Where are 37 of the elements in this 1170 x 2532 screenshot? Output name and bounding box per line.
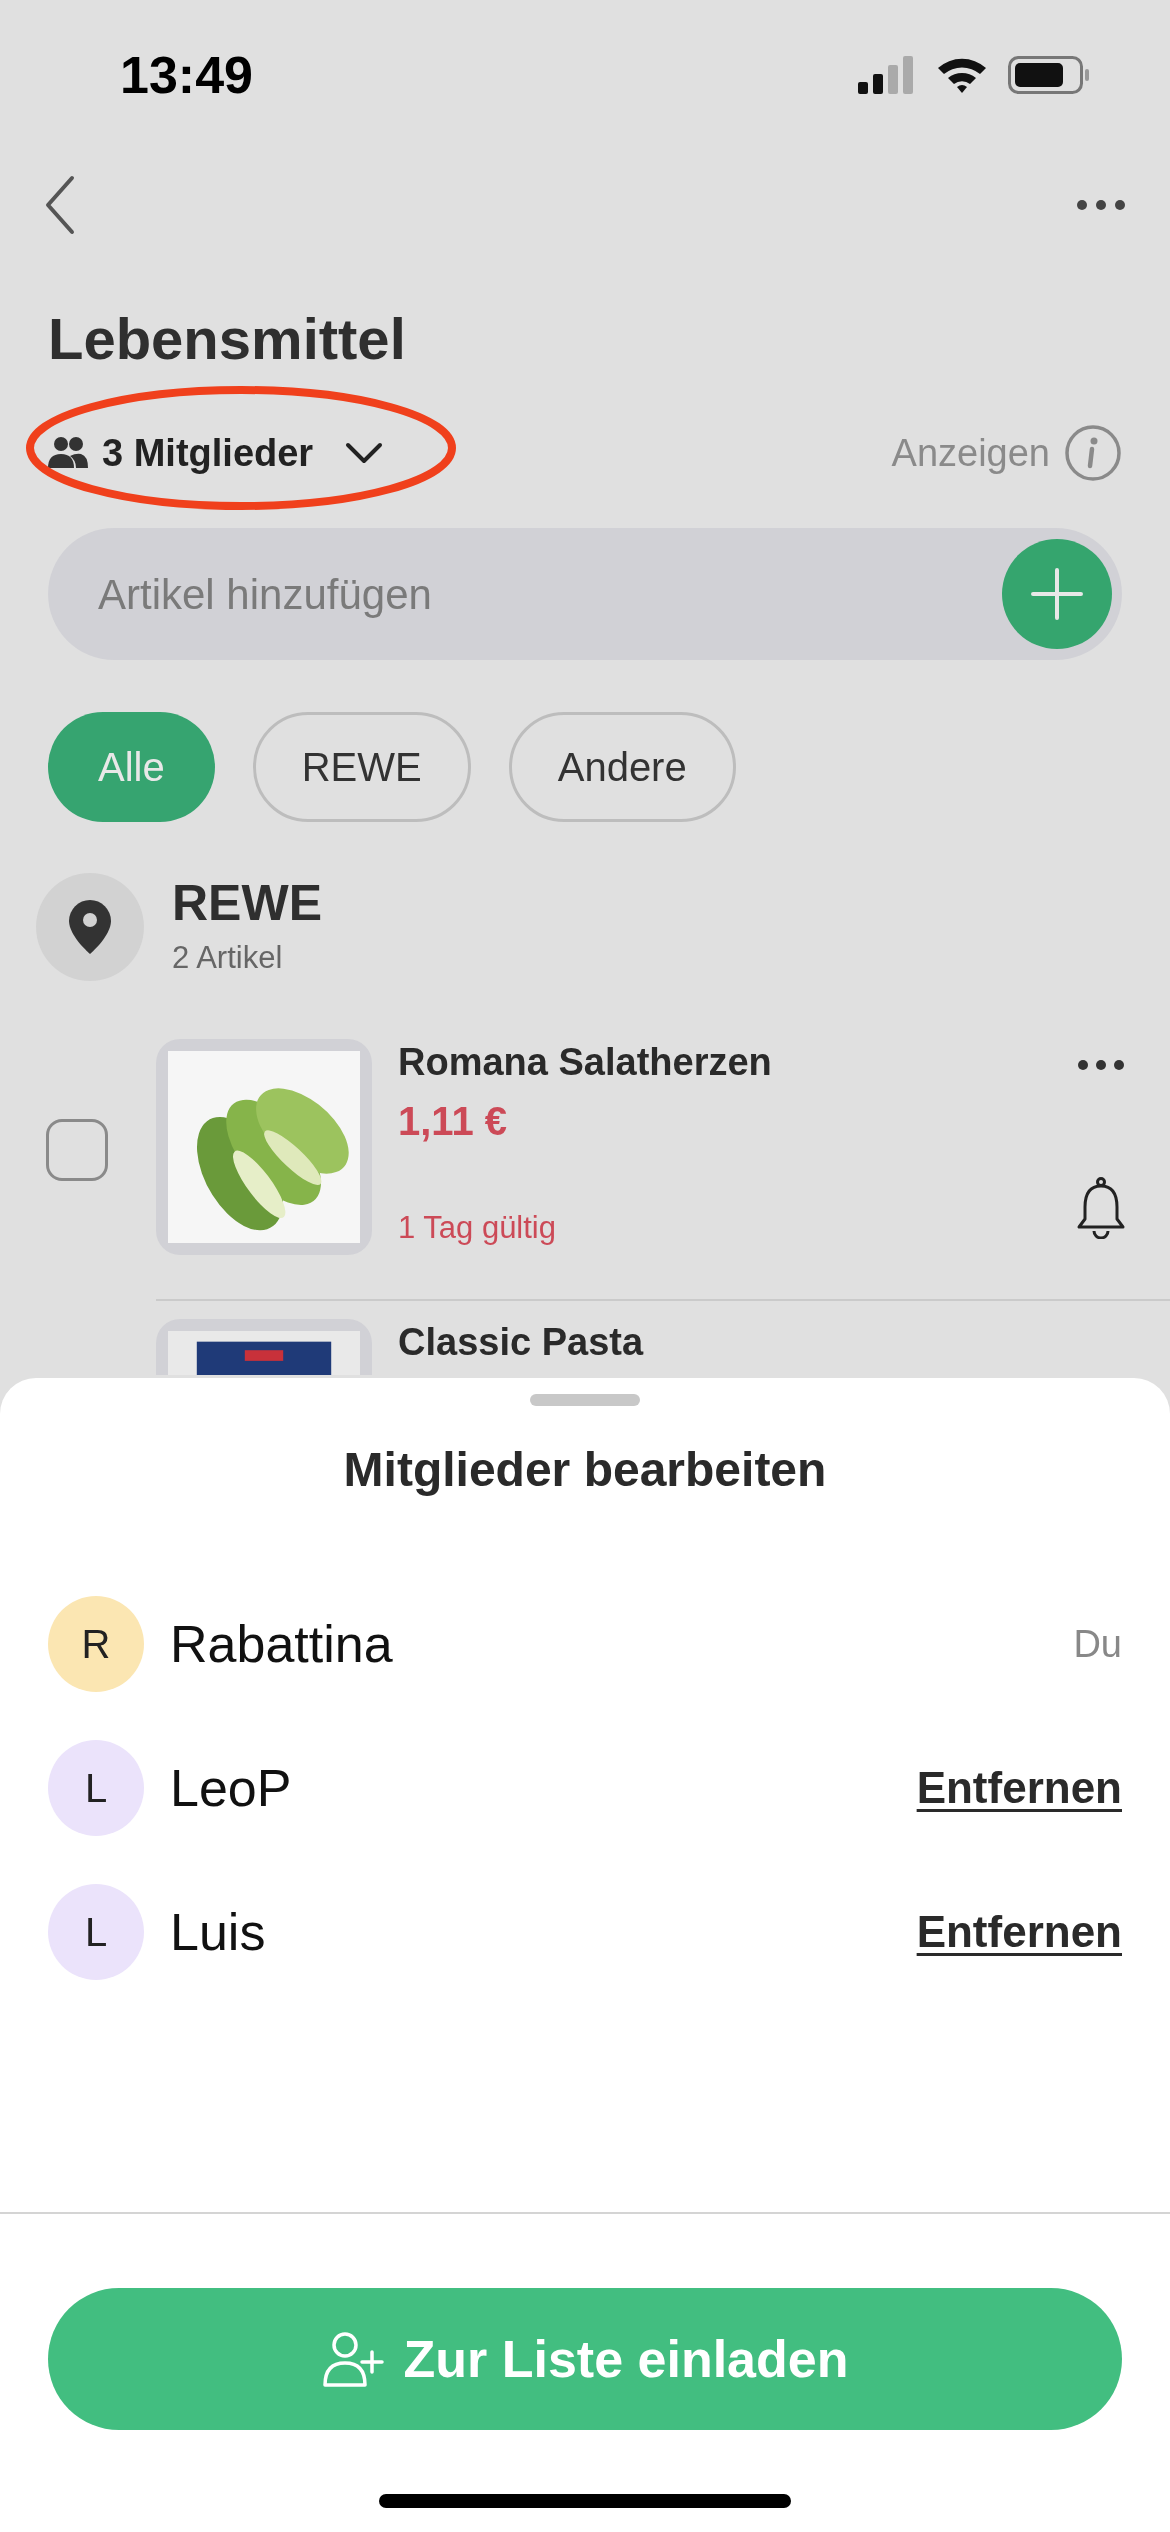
add-item-input[interactable]: Artikel hinzufügen [98, 562, 898, 626]
section-title: REWE [172, 874, 322, 933]
member-name: Rabattina [170, 1614, 394, 1675]
item-name: Romana Salatherzen [398, 1040, 773, 1085]
member-name: Luis [170, 1902, 267, 1963]
list-title: Lebensmittel [48, 310, 407, 368]
back-icon[interactable] [44, 175, 76, 235]
validity-text: 1 Tag gültig [398, 1208, 557, 1247]
people-icon [48, 436, 88, 470]
remove-link[interactable]: Entfernen [916, 1755, 1122, 1821]
remove-link[interactable]: Entfernen [916, 1899, 1122, 1965]
item-count: 2 Artikel [172, 938, 284, 977]
info-icon [1064, 424, 1122, 482]
filter-chip[interactable]: Andere [508, 712, 736, 822]
wifi-icon [936, 56, 988, 94]
member-avatar: L [48, 1740, 144, 1836]
member-avatar: L [48, 1884, 144, 1980]
sheet-title: Mitglieder bearbeiten [342, 1442, 828, 1498]
add-item-field[interactable]: Artikel hinzufügen [48, 528, 1122, 660]
member-avatar: R [48, 1596, 144, 1692]
item-price: 1,11 € [398, 1097, 508, 1145]
item-checkbox[interactable] [46, 1119, 108, 1181]
signal-icon [858, 56, 916, 94]
item-name: Classic Pasta [398, 1320, 645, 1365]
location-pin-icon [69, 899, 111, 954]
more-icon[interactable] [1077, 1059, 1125, 1071]
more-icon[interactable] [1076, 199, 1126, 211]
plus-icon [1031, 568, 1083, 620]
self-label: Du [1073, 1621, 1122, 1667]
battery-icon [1008, 56, 1090, 94]
chevron-down-icon [345, 442, 384, 464]
filter-chip[interactable]: REWE [252, 712, 471, 822]
sheet-handle[interactable] [530, 1394, 640, 1406]
status-time: 13:49 [120, 45, 253, 106]
bell-icon[interactable] [1076, 1177, 1126, 1239]
member-name: LeoP [170, 1758, 293, 1819]
add-person-icon [321, 2330, 384, 2388]
